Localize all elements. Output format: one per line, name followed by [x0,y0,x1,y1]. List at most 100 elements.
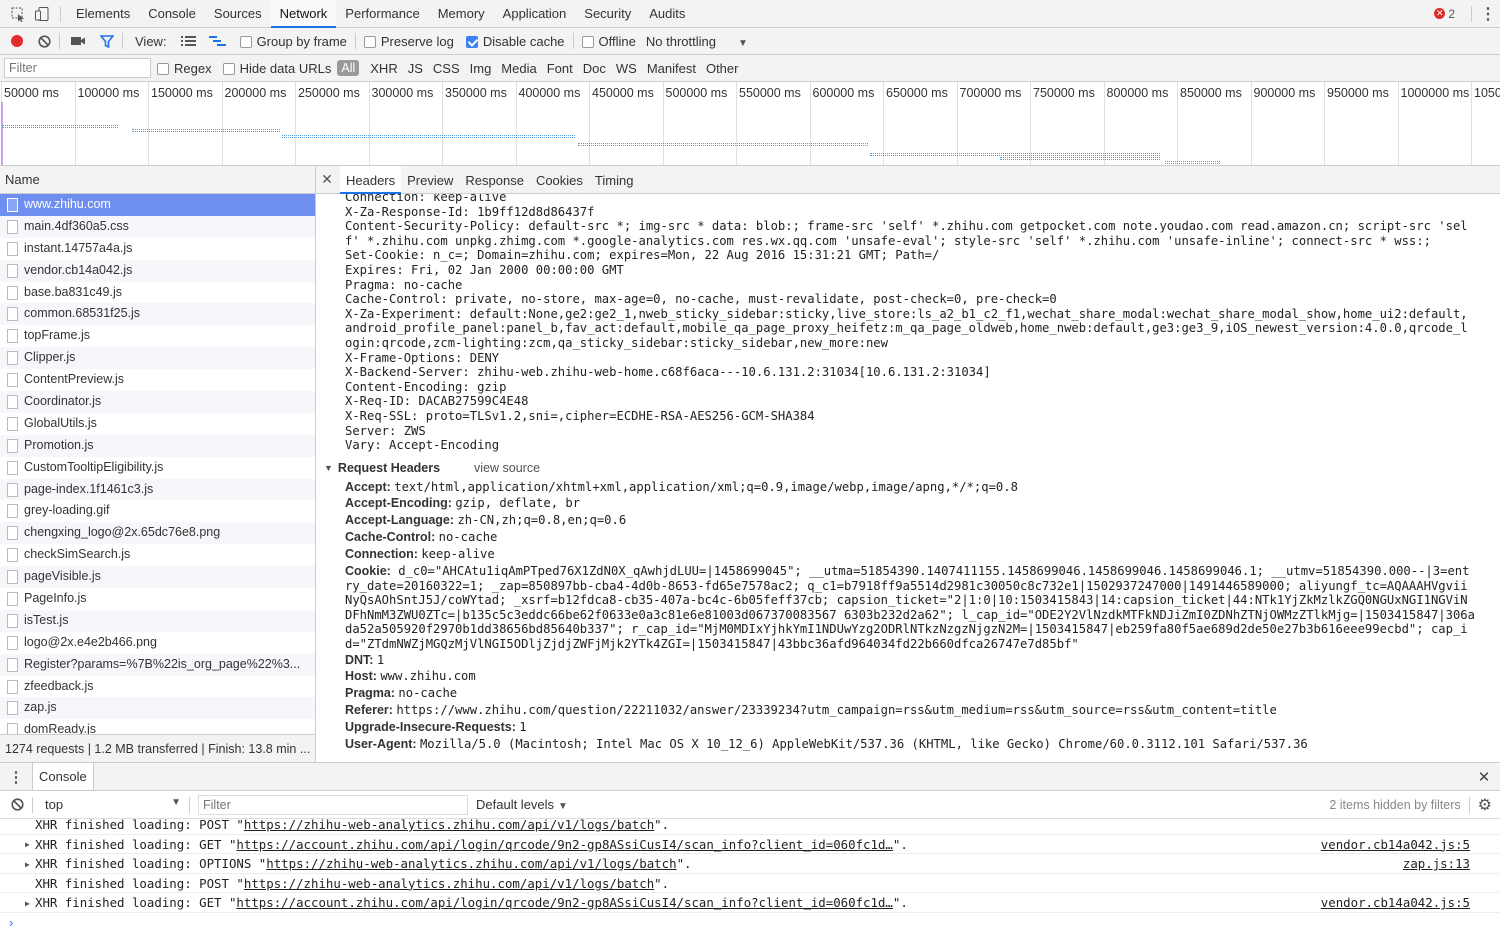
message-url-link[interactable]: https://zhihu-web-analytics.zhihu.com/ap… [244,876,654,891]
console-message[interactable]: ▶ XHR finished loading: GET "https://acco… [0,893,1500,913]
request-row[interactable]: Promotion.js [0,434,315,457]
preserve-log-checkbox[interactable]: Preserve log [363,34,454,49]
hide-data-urls-checkbox[interactable]: Hide data URLs [222,61,331,76]
expand-triangle-icon[interactable]: ▶ [25,894,35,912]
request-row[interactable]: checkSimSearch.js [0,544,315,566]
type-filter-js[interactable]: JS [403,61,428,76]
request-row[interactable]: grey-loading.gif [0,500,315,522]
request-row[interactable]: ContentPreview.js [0,369,315,391]
group-by-frame-checkbox[interactable]: Group by frame [239,34,347,49]
throttling-select[interactable]: No throttling ▼ [646,34,748,49]
message-url-link[interactable]: https://account.zhihu.com/api/login/qrco… [236,895,892,910]
console-filter-input[interactable] [198,794,468,815]
message-url-link[interactable]: https://zhihu-web-analytics.zhihu.com/ap… [266,856,676,871]
console-message[interactable]: XHR finished loading: POST "https://zhih… [0,874,1500,894]
tab-sources[interactable]: Sources [205,0,271,28]
details-tab-cookies[interactable]: Cookies [530,166,589,194]
close-drawer-icon[interactable]: ✕ [1468,768,1500,786]
tab-console[interactable]: Console [139,0,205,28]
error-count-badge[interactable]: ✕ 2 [1434,7,1455,21]
screenshot-camera-icon[interactable] [70,35,86,47]
more-menu-icon[interactable]: ⋮ [1476,4,1500,24]
context-select[interactable]: top ▼ [41,797,181,812]
details-tab-timing[interactable]: Timing [589,166,640,194]
message-source-link[interactable]: zap.js:13 [1403,854,1470,873]
console-message[interactable]: ▶ XHR finished loading: OPTIONS "https://… [0,854,1500,874]
tab-performance[interactable]: Performance [336,0,428,28]
request-row[interactable]: Clipper.js [0,347,315,370]
type-filter-css[interactable]: CSS [428,61,465,76]
request-row[interactable]: zfeedback.js [0,676,315,698]
tab-audits[interactable]: Audits [640,0,694,28]
type-filter-other[interactable]: Other [701,61,744,76]
details-tab-headers[interactable]: Headers [340,165,402,194]
request-row[interactable]: domReady.js [0,719,315,734]
request-headers-section-header[interactable]: ▼ Request Headers view source [316,457,1500,479]
request-row[interactable]: vendor.cb14a042.js [0,259,315,282]
expand-triangle-icon[interactable]: ▶ [25,835,35,853]
request-row[interactable]: GlobalUtils.js [0,413,315,435]
type-filter-all[interactable]: All [337,60,360,76]
close-details-icon[interactable]: ✕ [316,171,338,188]
type-filter-font[interactable]: Font [542,61,578,76]
message-source-link[interactable]: vendor.cb14a042.js:5 [1321,835,1470,854]
waterfall-overview-icon[interactable] [208,35,226,47]
request-row[interactable]: logo@2x.e4e2b466.png [0,632,315,654]
filter-input[interactable] [4,58,151,78]
request-row[interactable]: chengxing_logo@2x.65dc76e8.png [0,522,315,545]
type-filter-img[interactable]: Img [465,61,497,76]
disable-cache-checkbox[interactable]: Disable cache [465,34,565,49]
request-row[interactable]: page-index.1f1461c3.js [0,478,315,501]
type-filter-ws[interactable]: WS [611,61,642,76]
log-levels-select[interactable]: Default levels ▼ [476,797,568,812]
tab-application[interactable]: Application [494,0,576,28]
timeline-selection-handle[interactable] [1,102,3,165]
message-url-link[interactable]: https://account.zhihu.com/api/login/qrco… [236,837,892,852]
record-button[interactable] [11,35,23,47]
clear-console-icon[interactable] [11,798,24,811]
request-row[interactable]: base.ba831c49.js [0,282,315,304]
request-row[interactable]: CustomTooltipEligibility.js [0,457,315,479]
console-message[interactable]: ▶ XHR finished loading: GET "https://acco… [0,835,1500,855]
inspect-element-icon[interactable] [6,0,30,28]
tab-memory[interactable]: Memory [429,0,494,28]
large-rows-icon[interactable] [180,35,196,47]
request-row[interactable]: main.4df360a5.css [0,215,315,238]
filter-funnel-icon[interactable] [100,34,114,48]
request-row[interactable]: www.zhihu.com [0,194,315,216]
request-row[interactable]: Register?params=%7B%22is_org_page%22%3..… [0,653,315,676]
clear-icon[interactable] [38,34,51,48]
console-settings-gear-icon[interactable]: ⚙ [1478,795,1492,815]
name-column-header[interactable]: Name [0,166,315,194]
tab-security[interactable]: Security [575,0,640,28]
type-filter-manifest[interactable]: Manifest [642,61,701,76]
type-filter-doc[interactable]: Doc [578,61,611,76]
request-row[interactable]: topFrame.js [0,325,315,347]
tab-network[interactable]: Network [270,0,337,28]
request-row[interactable]: Coordinator.js [0,391,315,413]
request-row[interactable]: pageVisible.js [0,566,315,589]
console-message[interactable]: XHR finished loading: POST "https://zhih… [0,815,1500,835]
expand-triangle-icon[interactable]: ▶ [25,855,35,873]
device-toolbar-icon[interactable] [30,0,54,28]
offline-checkbox[interactable]: Offline [581,34,636,49]
message-url-link[interactable]: https://zhihu-web-analytics.zhihu.com/ap… [244,817,654,832]
request-row[interactable]: isTest.js [0,609,315,632]
request-row[interactable]: PageInfo.js [0,588,315,610]
request-row[interactable]: zap.js [0,697,315,720]
tab-elements[interactable]: Elements [67,0,139,28]
console-prompt-icon[interactable]: › [9,915,13,930]
regex-checkbox[interactable]: Regex [157,61,212,76]
request-row[interactable]: instant.14757a4a.js [0,238,315,260]
drawer-menu-icon[interactable]: ⋮ [0,768,32,786]
file-icon [7,504,18,519]
type-filter-media[interactable]: Media [496,61,541,76]
details-tab-response[interactable]: Response [459,166,530,194]
view-source-link[interactable]: view source [474,461,540,475]
network-overview-timeline[interactable]: 50000 ms 100000 ms 150000 ms 200000 ms 25000… [0,82,1500,166]
request-row[interactable]: common.68531f25.js [0,303,315,326]
message-source-link[interactable]: vendor.cb14a042.js:5 [1321,893,1470,912]
details-tab-preview[interactable]: Preview [401,166,459,194]
type-filter-xhr[interactable]: XHR [365,61,402,76]
console-drawer-tab[interactable]: Console [32,763,94,790]
